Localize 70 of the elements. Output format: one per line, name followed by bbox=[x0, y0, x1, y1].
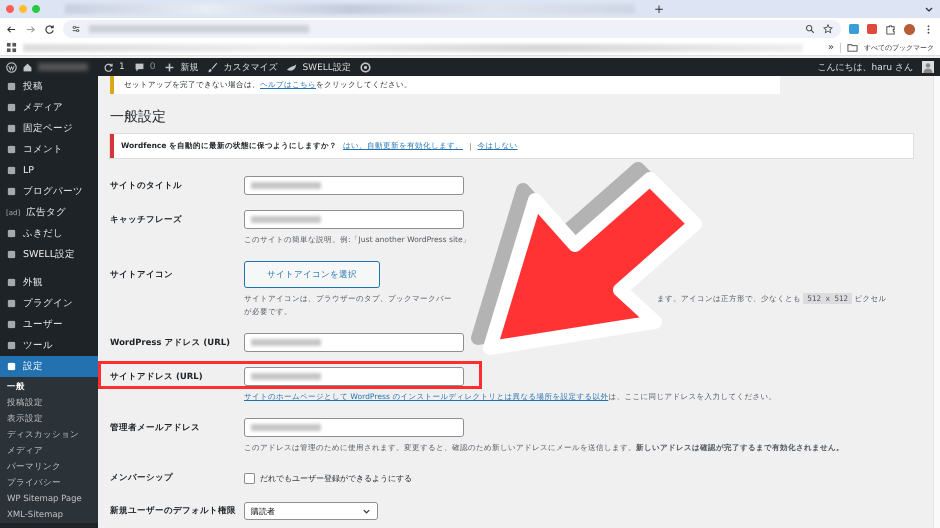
update-count[interactable]: 1 bbox=[119, 62, 125, 72]
forward-icon[interactable] bbox=[25, 24, 36, 34]
field-label: サイトアイコン bbox=[110, 268, 174, 280]
field-label: キャッチフレーズ bbox=[110, 214, 183, 226]
customize-menu[interactable]: カスタマイズ bbox=[223, 60, 278, 74]
sidebar-item[interactable]: 投稿 bbox=[0, 76, 98, 97]
field-label: サイトのタイトル bbox=[110, 180, 183, 192]
back-icon[interactable] bbox=[6, 24, 17, 34]
submenu-item[interactable]: プライバシー bbox=[0, 475, 98, 491]
text-field[interactable] bbox=[244, 333, 464, 352]
text-field[interactable] bbox=[244, 367, 464, 386]
folder-icon bbox=[847, 42, 858, 53]
select-icon-button[interactable]: サイトアイコンを選択 bbox=[244, 261, 380, 288]
redacted-value bbox=[251, 182, 321, 189]
sidebar-item[interactable]: 設定 bbox=[0, 356, 98, 377]
sidebar-item[interactable]: ふきだし bbox=[0, 223, 98, 244]
star-icon[interactable] bbox=[823, 24, 833, 34]
puzzle-icon[interactable] bbox=[885, 24, 896, 34]
refresh-icon[interactable] bbox=[103, 62, 114, 72]
wordpress-logo-icon[interactable] bbox=[6, 62, 17, 72]
sidebar-item[interactable]: 固定ページ bbox=[0, 118, 98, 139]
text-field[interactable] bbox=[244, 418, 464, 437]
plus-icon[interactable] bbox=[164, 62, 176, 72]
swell-menu[interactable]: SWELL設定 bbox=[302, 60, 351, 74]
new-menu[interactable]: 新規 bbox=[180, 60, 198, 74]
text-field[interactable] bbox=[244, 210, 464, 229]
submenu-item[interactable]: XML-Sitemap bbox=[0, 507, 98, 523]
redacted-value bbox=[251, 424, 321, 431]
sidebar-item[interactable]: ブログパーツ bbox=[0, 181, 98, 202]
checkbox[interactable] bbox=[244, 472, 255, 484]
field-label: 管理者メールアドレス bbox=[110, 422, 201, 434]
sidebar-item[interactable]: メディア bbox=[0, 97, 98, 118]
sidebar-item[interactable]: ツール bbox=[0, 335, 98, 356]
comment-count[interactable]: 0 bbox=[150, 62, 156, 72]
sidebar-item[interactable]: ユーザー bbox=[0, 314, 98, 335]
new-tab-button[interactable]: + bbox=[654, 3, 664, 15]
more-bookmarks-button[interactable]: » bbox=[828, 42, 834, 53]
sidebar-item[interactable]: SWELL設定 bbox=[0, 244, 98, 265]
sidebar-item[interactable]: 外観 bbox=[0, 272, 98, 293]
redacted-value bbox=[251, 373, 321, 380]
field-label: サイトアドレス (URL) bbox=[110, 370, 204, 382]
submenu-item[interactable]: ディスカッション bbox=[0, 427, 98, 443]
greeting-text[interactable]: こんにちは、haru さん bbox=[818, 60, 913, 74]
page-title: 一般設定 bbox=[110, 108, 167, 126]
profile-avatar[interactable] bbox=[904, 24, 915, 34]
reload-icon[interactable] bbox=[44, 24, 55, 34]
submenu-item[interactable]: メディア bbox=[0, 443, 98, 459]
field-label: 新規ユーザーのデフォルト権限 bbox=[110, 505, 237, 517]
submenu-item[interactable]: 投稿設定 bbox=[0, 395, 98, 411]
sidebar-item[interactable]: コメント bbox=[0, 139, 98, 160]
avatar-icon[interactable] bbox=[922, 61, 934, 73]
text-field[interactable] bbox=[244, 176, 464, 195]
sidebar-item[interactable]: プラグイン bbox=[0, 293, 98, 314]
apps-grid-icon[interactable] bbox=[6, 42, 17, 53]
field-label: WordPress アドレス (URL) bbox=[110, 336, 232, 348]
checkbox-label[interactable]: だれでもユーザー登録ができるようにする bbox=[260, 472, 412, 484]
submenu-item[interactable]: WP Sitemap Page bbox=[0, 491, 98, 507]
scrollbar[interactable] bbox=[933, 76, 940, 528]
sidebar-item[interactable]: LP bbox=[0, 160, 98, 181]
redacted-value bbox=[251, 339, 321, 346]
submenu-item[interactable]: パーマリンク bbox=[0, 459, 98, 475]
submenu-item[interactable]: 表示設定 bbox=[0, 411, 98, 427]
redacted-value bbox=[251, 216, 321, 223]
site-info-icon[interactable] bbox=[71, 24, 81, 34]
home-icon[interactable] bbox=[22, 62, 33, 72]
submenu-item[interactable]: 一般 bbox=[0, 379, 98, 395]
role-dropdown[interactable]: 購読者 bbox=[244, 502, 378, 520]
zoom-icon[interactable] bbox=[805, 24, 815, 34]
field-label: メンバーシップ bbox=[110, 472, 174, 484]
blurred-site-name bbox=[38, 63, 88, 71]
